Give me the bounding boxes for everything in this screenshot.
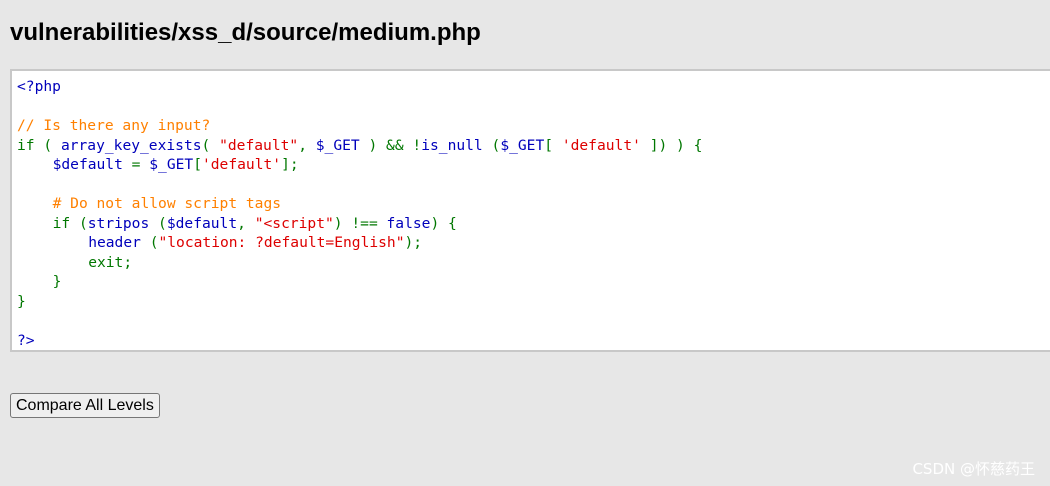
code-token: 'default' bbox=[561, 136, 641, 154]
code-token: false bbox=[386, 214, 431, 232]
code-token: ( bbox=[482, 136, 501, 154]
code-line: ?> bbox=[17, 331, 35, 349]
source-code: <?php // Is there any input? if ( array_ke… bbox=[12, 71, 1050, 350]
code-token: if ( bbox=[52, 214, 88, 232]
code-line-comment: // Is there any input? bbox=[17, 117, 211, 134]
code-token: ( bbox=[149, 214, 167, 232]
code-token: stripos bbox=[87, 214, 150, 232]
code-token: ) !== bbox=[333, 214, 387, 232]
code-token: = bbox=[122, 156, 150, 173]
code-line: if (stripos ($default, "<script") !== fa… bbox=[17, 214, 1050, 234]
code-token: ); bbox=[404, 234, 423, 251]
code-line: $default = $_GET['default']; bbox=[17, 155, 1050, 175]
code-token: "<script" bbox=[254, 214, 334, 232]
compare-all-levels-button[interactable]: Compare All Levels bbox=[10, 393, 160, 418]
watermark: CSDN @怀慈药王 bbox=[912, 460, 1035, 478]
code-token: $_GET bbox=[149, 156, 194, 173]
code-token: is_null bbox=[421, 136, 483, 154]
code-token: if ( bbox=[17, 136, 61, 154]
code-token: ( bbox=[140, 234, 159, 251]
code-line: } bbox=[17, 292, 26, 310]
code-token: ]) ) { bbox=[640, 136, 703, 154]
code-line: } bbox=[52, 273, 62, 290]
code-token: $_GET bbox=[500, 136, 545, 154]
code-line: if ( array_key_exists( "default", $_GET … bbox=[17, 136, 1050, 156]
code-token: [ bbox=[193, 156, 202, 173]
code-token: header bbox=[88, 234, 141, 251]
code-token: "default" bbox=[219, 136, 299, 154]
code-token: [ bbox=[544, 136, 562, 154]
code-token: 'default' bbox=[201, 156, 282, 173]
code-line: exit; bbox=[88, 253, 133, 271]
source-code-panel: <?php // Is there any input? if ( array_ke… bbox=[10, 69, 1050, 352]
code-token: "location: ?default=English" bbox=[158, 234, 405, 251]
code-token: , bbox=[237, 214, 255, 232]
page-title: vulnerabilities/xss_d/source/medium.php bbox=[10, 19, 481, 46]
code-token: $default bbox=[52, 156, 123, 173]
code-token: , bbox=[298, 136, 316, 154]
code-token: array_key_exists bbox=[60, 136, 202, 154]
code-token: ) { bbox=[430, 214, 457, 232]
code-token: $default bbox=[166, 214, 238, 232]
code-token: $_GET bbox=[315, 136, 360, 154]
code-token: ) && ! bbox=[359, 136, 422, 154]
code-line-comment: # Do not allow script tags bbox=[52, 195, 282, 212]
code-line: header ("location: ?default=English"); bbox=[17, 233, 1050, 253]
code-token: ]; bbox=[281, 156, 299, 173]
code-line: <?php bbox=[17, 78, 61, 95]
code-token: ( bbox=[201, 136, 220, 154]
